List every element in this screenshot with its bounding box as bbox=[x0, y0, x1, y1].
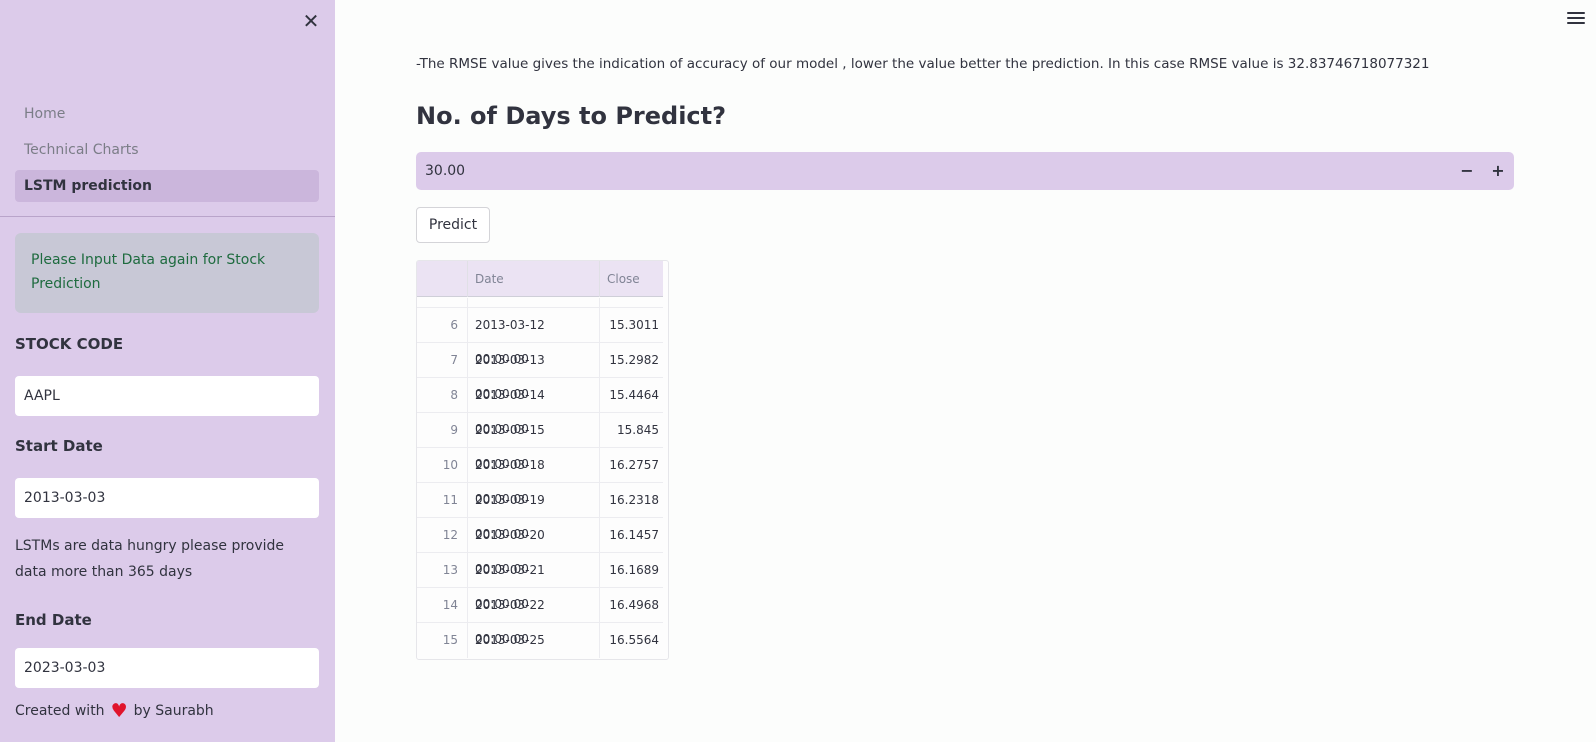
sidebar-item-home[interactable]: Home bbox=[15, 98, 319, 130]
rmse-description: -The RMSE value gives the indication of … bbox=[416, 56, 1430, 72]
table-row[interactable]: 11 2013-03-19 00:00:00 16.2318 bbox=[417, 483, 663, 541]
table-header: Date Close bbox=[417, 261, 663, 297]
date-cell: 2013-03-13 00:00:00 bbox=[468, 343, 600, 401]
decrement-button[interactable]: − bbox=[1452, 156, 1482, 186]
stock-code-label: STOCK CODE bbox=[15, 335, 124, 353]
page-title: No. of Days to Predict? bbox=[416, 102, 727, 130]
date-cell: 2013-03-20 00:00:00 bbox=[468, 518, 600, 576]
date-cell: 2013-03-25 00:00:00 bbox=[468, 623, 600, 658]
row-index: 6 bbox=[417, 308, 468, 343]
credit-prefix: Created with bbox=[15, 703, 105, 719]
row-index: 12 bbox=[417, 518, 468, 553]
index-column-header bbox=[417, 261, 468, 297]
table-row[interactable]: 6 2013-03-12 00:00:00 15.3011 bbox=[417, 308, 663, 366]
sidebar: ✕ Home Technical Charts LSTM prediction … bbox=[0, 0, 335, 742]
days-value[interactable]: 30.00 bbox=[425, 152, 465, 190]
heart-icon: ♥ bbox=[110, 700, 128, 722]
close-column-header[interactable]: Close bbox=[600, 261, 663, 297]
predict-button[interactable]: Predict bbox=[416, 207, 490, 243]
row-index: 8 bbox=[417, 378, 468, 413]
row-index: 7 bbox=[417, 343, 468, 378]
days-to-predict-input[interactable]: 30.00 − + bbox=[416, 152, 1514, 190]
sidebar-divider bbox=[0, 216, 335, 217]
table-partial-row bbox=[417, 298, 663, 308]
footer-credit: Created with ♥ by Saurabh bbox=[15, 700, 214, 722]
row-index: 11 bbox=[417, 483, 468, 518]
table-body: 6 2013-03-12 00:00:00 15.3011 7 2013-03-13 0… bbox=[417, 298, 663, 658]
close-cell: 16.1689 bbox=[609, 563, 659, 577]
date-cell: 2013-03-12 00:00:00 bbox=[468, 308, 600, 366]
start-date-label: Start Date bbox=[15, 437, 103, 455]
hamburger-menu-icon[interactable] bbox=[1567, 12, 1585, 26]
date-cell: 2013-03-21 00:00:00 bbox=[468, 553, 600, 611]
end-date-input[interactable]: 2023-03-03 bbox=[15, 648, 319, 688]
table-row[interactable]: 152013-03-25 00:00:00 16.5564 bbox=[417, 623, 663, 658]
stock-code-input[interactable]: AAPL bbox=[15, 376, 319, 416]
date-cell: 2013-03-22 00:00:00 bbox=[468, 588, 600, 646]
close-cell: 16.4968 bbox=[609, 598, 659, 612]
close-cell: 15.845 bbox=[617, 423, 659, 437]
credit-suffix: by Saurabh bbox=[133, 703, 214, 719]
data-table[interactable]: Date Close 6 2013-03-12 00:00:00 15.3011 7 2… bbox=[416, 260, 669, 660]
table-row[interactable]: 14 2013-03-22 00:00:00 16.4968 bbox=[417, 588, 663, 646]
date-cell: 2013-03-14 00:00:00 bbox=[468, 378, 600, 436]
info-alert: Please Input Data again for Stock Predic… bbox=[15, 233, 319, 313]
sidebar-item-lstm-prediction[interactable]: LSTM prediction bbox=[15, 170, 319, 202]
table-row[interactable]: 13 2013-03-21 00:00:00 16.1689 bbox=[417, 553, 663, 611]
data-hint-text: LSTMs are data hungry please provide dat… bbox=[15, 538, 285, 580]
start-date-input[interactable]: 2013-03-03 bbox=[15, 478, 319, 518]
date-cell: 2013-03-19 00:00:00 bbox=[468, 483, 600, 541]
date-column-header[interactable]: Date bbox=[468, 261, 600, 297]
close-cell: 15.2982 bbox=[609, 353, 659, 367]
close-cell: 16.2757 bbox=[609, 458, 659, 472]
close-cell: 16.5564 bbox=[609, 633, 659, 647]
table-row[interactable]: 10 2013-03-18 00:00:00 16.2757 bbox=[417, 448, 663, 506]
increment-button[interactable]: + bbox=[1483, 156, 1513, 186]
close-sidebar-icon[interactable]: ✕ bbox=[302, 11, 320, 31]
close-cell: 16.2318 bbox=[609, 493, 659, 507]
close-cell: 15.4464 bbox=[609, 388, 659, 402]
row-index: 15 bbox=[417, 623, 468, 658]
table-row[interactable]: 9 2013-03-15 00:00:00 15.845 bbox=[417, 413, 663, 471]
sidebar-item-technical-charts[interactable]: Technical Charts bbox=[15, 134, 319, 166]
table-row[interactable]: 8 2013-03-14 00:00:00 15.4464 bbox=[417, 378, 663, 436]
close-cell: 15.3011 bbox=[609, 318, 659, 332]
date-cell: 2013-03-15 00:00:00 bbox=[468, 413, 600, 471]
table-row[interactable]: 7 2013-03-13 00:00:00 15.2982 bbox=[417, 343, 663, 401]
table-row[interactable]: 12 2013-03-20 00:00:00 16.1457 bbox=[417, 518, 663, 576]
close-cell: 16.1457 bbox=[609, 528, 659, 542]
date-cell: 2013-03-18 00:00:00 bbox=[468, 448, 600, 506]
sidebar-nav: Home Technical Charts LSTM prediction bbox=[15, 98, 319, 206]
row-index: 10 bbox=[417, 448, 468, 483]
row-index: 14 bbox=[417, 588, 468, 623]
row-index: 13 bbox=[417, 553, 468, 588]
row-index: 9 bbox=[417, 413, 468, 448]
end-date-label: End Date bbox=[15, 611, 92, 629]
